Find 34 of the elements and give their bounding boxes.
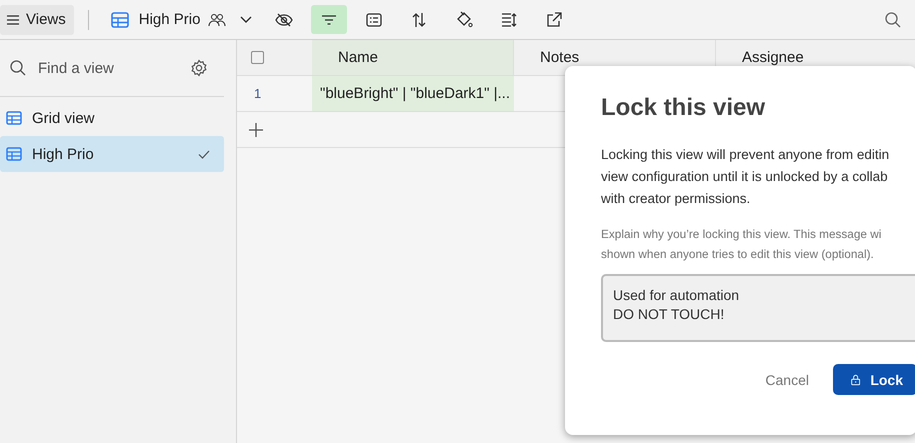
search-icon	[10, 60, 26, 76]
message-field[interactable]: Used for automation DO NOT TOUCH!	[601, 274, 915, 342]
search-icon[interactable]	[885, 12, 901, 28]
eye-slash-icon	[275, 12, 294, 26]
dialog-title: Lock this view	[601, 94, 766, 122]
row-number: 1	[254, 86, 262, 101]
chevron-down-icon[interactable]	[240, 16, 252, 24]
view-item[interactable]: Grid view	[0, 100, 224, 136]
people-icon[interactable]	[208, 12, 226, 26]
cancel-button[interactable]: Cancel	[759, 370, 815, 388]
list-icon	[366, 12, 382, 26]
grid-icon	[6, 111, 22, 125]
grid-icon	[6, 147, 22, 161]
dialog-description: Locking this view will prevent anyone from editin view configuration until it is unlocked by a collab with creator permissions.	[601, 146, 890, 208]
checkmark-icon	[198, 150, 210, 158]
grid-icon	[110, 12, 129, 28]
settings-icon[interactable]	[190, 59, 208, 77]
filter-icon	[321, 14, 338, 24]
select-all-checkbox[interactable]	[251, 51, 264, 64]
filter-button[interactable]	[311, 5, 348, 34]
dialog-hint: Explain why you’re locking this view. This message wi shown when anyone tries to edit this view (optional).	[601, 226, 882, 263]
lock-view-button[interactable]: Lock	[833, 364, 915, 395]
column-header[interactable]: Name	[312, 40, 514, 75]
external-link-icon	[546, 12, 562, 28]
view-item[interactable]: High Prio	[0, 136, 224, 172]
search-field[interactable]: Find a view	[36, 58, 190, 78]
paint-bucket-icon	[455, 10, 474, 28]
menu-icon	[6, 14, 20, 26]
table-cell: "blueBright" | "blueDark1" |...	[312, 76, 514, 111]
views-button[interactable]: Views	[0, 4, 74, 34]
sort-icon	[412, 12, 426, 28]
plus-icon[interactable]	[249, 122, 263, 136]
view-title: High Prio	[138, 11, 200, 28]
row-height-icon	[501, 12, 518, 26]
